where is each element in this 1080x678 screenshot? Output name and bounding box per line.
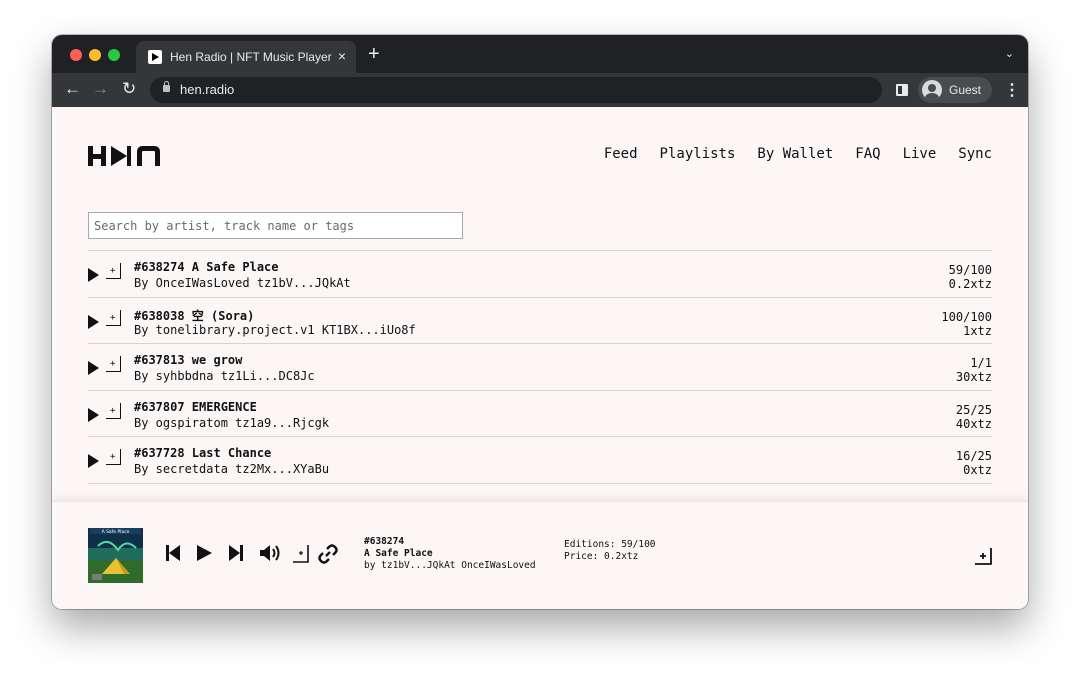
track-title: #638038 空 (Sora) xyxy=(134,308,255,323)
track-artist: By secretdata tz2Mx...XYaBu xyxy=(134,462,330,476)
back-arrow-icon[interactable]: ← xyxy=(64,79,81,99)
track-title: #637807 EMERGENCE xyxy=(134,399,257,414)
collect-icon[interactable] xyxy=(973,546,993,566)
address-bar[interactable]: hen.radio xyxy=(150,77,882,103)
album-cover-label: A Safe Place xyxy=(102,529,130,535)
maximize-window-button[interactable] xyxy=(108,49,120,61)
side-panel-icon[interactable] xyxy=(896,84,908,96)
add-to-playlist-icon[interactable]: + xyxy=(106,356,121,372)
now-playing-title: A Safe Place xyxy=(364,548,433,559)
add-glyph: + xyxy=(110,405,116,416)
nav-live[interactable]: Live xyxy=(903,146,937,162)
track-editions: 1/1 xyxy=(970,356,992,370)
now-playing-artist: by tz1bV...JQkAt OnceIWasLoved xyxy=(364,560,536,571)
add-to-playlist-icon[interactable]: + xyxy=(106,402,121,419)
track-price: 0xtz xyxy=(963,463,992,477)
track-artist: By syhbbdna tz1Li...DC8Jc xyxy=(134,369,315,383)
track-price: 0.2xtz xyxy=(948,277,992,291)
close-window-button[interactable] xyxy=(70,49,82,61)
next-track-icon[interactable] xyxy=(228,544,244,562)
minimize-window-button[interactable] xyxy=(89,49,101,61)
volume-icon[interactable] xyxy=(259,544,283,562)
reload-icon[interactable]: ↻ xyxy=(122,79,136,99)
album-cover[interactable]: A Safe Place xyxy=(88,528,143,583)
browser-tab[interactable]: Hen Radio | NFT Music Player × xyxy=(136,41,356,73)
tab-close-icon[interactable]: × xyxy=(338,48,346,64)
main-nav: Feed Playlists By Wallet FAQ Live Sync xyxy=(604,146,992,162)
page-content: Feed Playlists By Wallet FAQ Live Sync +… xyxy=(52,107,1028,609)
link-icon[interactable] xyxy=(318,544,338,564)
play-icon[interactable] xyxy=(88,407,99,422)
track-row[interactable]: + #637813 we grow By syhbbdna tz1Li...DC… xyxy=(88,343,992,390)
add-glyph: + xyxy=(110,359,116,369)
nav-faq[interactable]: FAQ xyxy=(855,146,880,162)
now-playing-id: #638274 xyxy=(364,536,405,547)
add-glyph: + xyxy=(110,266,116,276)
nav-sync[interactable]: Sync xyxy=(958,146,992,162)
profile-label: Guest xyxy=(949,83,982,97)
play-icon[interactable] xyxy=(195,544,213,562)
tab-title: Hen Radio | NFT Music Player xyxy=(170,50,332,64)
player-bar: A Safe Place #638274 A Safe Place by tz1… xyxy=(52,501,1028,609)
play-icon[interactable] xyxy=(88,314,99,329)
play-icon[interactable] xyxy=(88,268,99,282)
favicon-play-icon xyxy=(148,50,162,64)
add-glyph: + xyxy=(110,452,116,462)
previous-track-icon[interactable] xyxy=(165,544,181,562)
track-editions: 100/100 xyxy=(941,309,992,324)
track-artist: By ogspiratom tz1a9...Rjcgk xyxy=(134,415,330,430)
now-playing: #638274 A Safe Place by tz1bV...JQkAt On… xyxy=(364,536,536,572)
new-tab-icon[interactable]: + xyxy=(368,43,380,66)
track-title: #638274 A Safe Place xyxy=(134,260,279,274)
track-row[interactable]: + #638038 空 (Sora) By tonelibrary.projec… xyxy=(88,296,992,344)
track-price: 40xtz xyxy=(955,416,992,431)
now-playing-editions: Editions: 59/100 xyxy=(564,539,656,550)
track-list: + #638274 A Safe Place By OnceIWasLoved … xyxy=(88,250,992,529)
avatar-icon xyxy=(922,80,942,100)
track-artist: By tonelibrary.project.v1 KT1BX...iUo8f xyxy=(134,322,416,337)
kebab-menu-icon[interactable]: ⋮ xyxy=(1004,80,1020,100)
url-text[interactable]: hen.radio xyxy=(180,82,234,97)
add-to-playlist-icon[interactable]: + xyxy=(106,309,121,326)
track-artist: By OnceIWasLoved tz1bV...JQkAt xyxy=(134,276,351,290)
track-editions: 16/25 xyxy=(955,449,992,463)
now-playing-price: Price: 0.2xtz xyxy=(564,551,639,562)
hen-logo[interactable] xyxy=(88,144,162,168)
track-row[interactable]: + #638274 A Safe Place By OnceIWasLoved … xyxy=(88,250,992,297)
track-price: 1xtz xyxy=(963,323,992,338)
browser-window: Hen Radio | NFT Music Player × + ⌄ ← → ↻… xyxy=(52,35,1028,609)
track-title: #637813 we grow xyxy=(134,353,243,367)
play-icon[interactable] xyxy=(88,454,99,468)
track-price: 30xtz xyxy=(955,370,992,384)
track-editions: 25/25 xyxy=(955,402,992,417)
nav-feed[interactable]: Feed xyxy=(604,146,638,162)
profile-button[interactable]: Guest xyxy=(918,77,992,103)
track-title: #637728 Last Chance xyxy=(134,446,272,460)
forward-arrow-icon[interactable]: → xyxy=(92,79,109,99)
browser-toolbar: ← → ↻ hen.radio Guest ⋮ xyxy=(52,73,1028,107)
track-editions: 59/100 xyxy=(948,263,992,277)
play-icon[interactable] xyxy=(88,361,99,375)
add-to-playlist-icon[interactable] xyxy=(292,544,310,564)
nav-playlists[interactable]: Playlists xyxy=(660,146,736,162)
track-row[interactable]: + #637807 EMERGENCE By ogspiratom tz1a9.… xyxy=(88,389,992,437)
now-playing-info: Editions: 59/100 Price: 0.2xtz xyxy=(564,539,656,563)
nav-by-wallet[interactable]: By Wallet xyxy=(757,146,833,162)
lock-icon[interactable] xyxy=(163,81,170,92)
browser-tab-bar: Hen Radio | NFT Music Player × + ⌄ xyxy=(52,35,1028,73)
tab-search-chevron-icon[interactable]: ⌄ xyxy=(1005,47,1014,60)
add-to-playlist-icon[interactable]: + xyxy=(106,449,121,465)
search-input[interactable] xyxy=(88,212,463,239)
track-row[interactable]: + #637728 Last Chance By secretdata tz2M… xyxy=(88,436,992,483)
add-to-playlist-icon[interactable]: + xyxy=(106,263,121,279)
add-glyph: + xyxy=(110,312,116,323)
